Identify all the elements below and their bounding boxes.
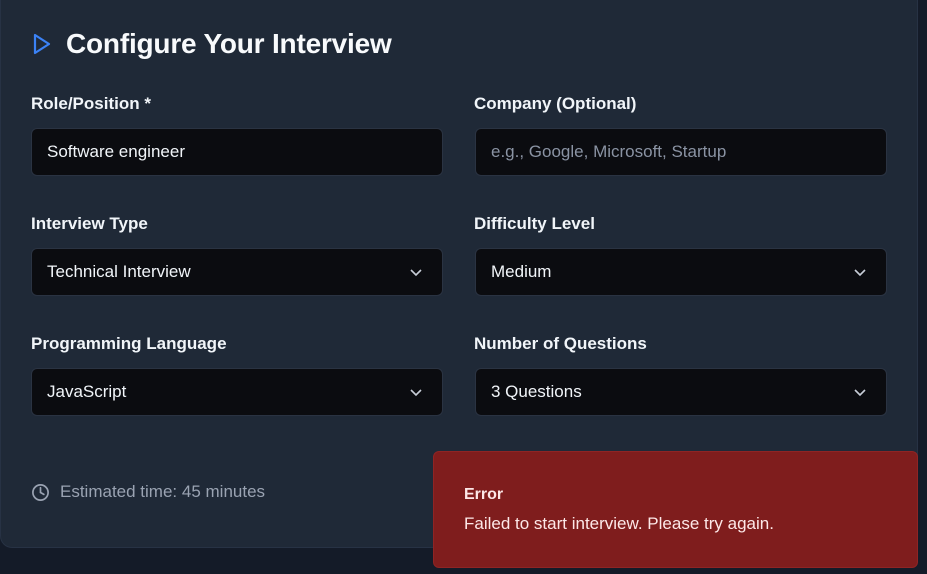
role-input[interactable] (47, 142, 427, 162)
difficulty-select[interactable]: Medium (475, 248, 887, 296)
company-input[interactable] (491, 142, 871, 162)
questions-select[interactable]: 3 Questions (475, 368, 887, 416)
language-select[interactable]: JavaScript (31, 368, 443, 416)
play-outline-icon (32, 33, 52, 55)
estimated-time: Estimated time: 45 minutes (31, 482, 265, 502)
clock-icon (32, 483, 49, 501)
toast-message: Failed to start interview. Please try ag… (464, 514, 774, 533)
interview-type-select[interactable]: Technical Interview (31, 248, 443, 296)
interview-type-label: Interview Type (31, 214, 148, 233)
chevron-down-icon (854, 269, 866, 277)
chevron-down-icon (410, 269, 422, 277)
page-title: Configure Your Interview (66, 28, 392, 59)
difficulty-value: Medium (491, 262, 552, 281)
interview-type-value: Technical Interview (47, 262, 191, 281)
company-field[interactable] (475, 128, 887, 176)
questions-value: 3 Questions (491, 382, 582, 401)
error-toast[interactable]: Error Failed to start interview. Please … (433, 451, 918, 568)
questions-label: Number of Questions (474, 334, 647, 353)
language-label: Programming Language (31, 334, 227, 353)
chevron-down-icon (410, 389, 422, 397)
toast-title: Error (464, 486, 504, 503)
role-field[interactable] (31, 128, 443, 176)
header: Configure Your Interview (32, 28, 392, 60)
company-label: Company (Optional) (474, 94, 637, 113)
role-label: Role/Position * (31, 94, 151, 113)
chevron-down-icon (854, 389, 866, 397)
difficulty-label: Difficulty Level (474, 214, 595, 233)
language-value: JavaScript (47, 382, 127, 401)
estimated-time-text: Estimated time: 45 minutes (60, 482, 266, 501)
